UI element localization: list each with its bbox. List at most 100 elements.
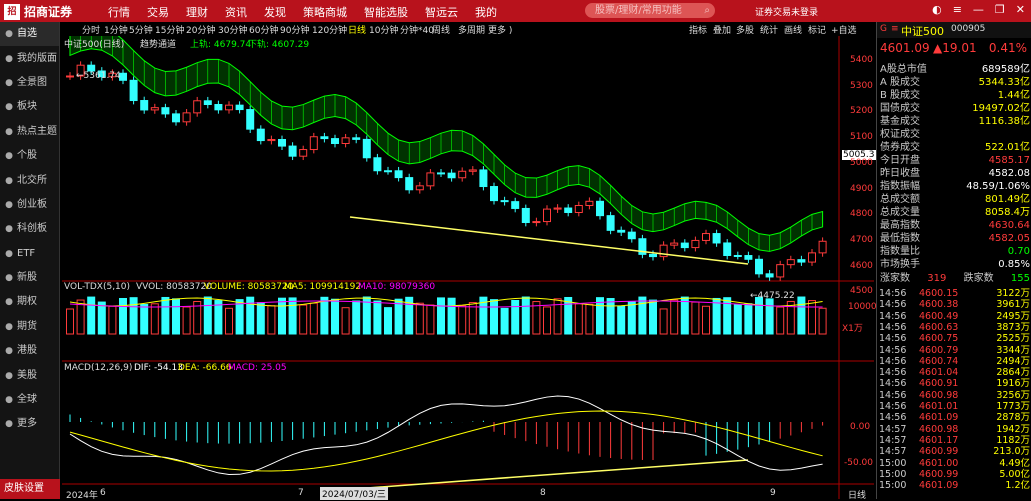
quote-row: 指数量比 0.70 — [880, 246, 1030, 259]
menu-item-finance[interactable]: 理财 — [186, 4, 208, 20]
toolbar-tool-6[interactable]: +自选 — [831, 23, 857, 36]
period-tab-13[interactable]: 多周期 — [458, 23, 485, 36]
toolbar-tool-3[interactable]: 统计 — [760, 23, 778, 36]
sidebar-item-0[interactable]: ● 自选 — [0, 22, 59, 47]
account-status[interactable]: 证券交易未登录 — [755, 5, 818, 18]
tick-cell: 14:56 — [879, 344, 907, 356]
period-tab-3[interactable]: 15分钟 — [155, 23, 184, 36]
menu-item-trade[interactable]: 交易 — [147, 4, 169, 20]
down-label: 跌家数 — [963, 273, 994, 284]
sidebar-item-2[interactable]: ● 全景图 — [0, 71, 59, 95]
low-marker-value: 4475.22 — [757, 291, 795, 301]
tick-cell: 3344万 — [996, 344, 1030, 356]
maximize-icon[interactable]: ❐ — [995, 3, 1005, 16]
tick-cell: 14:57 — [879, 434, 907, 446]
toolbar-tool-5[interactable]: 标记 — [808, 23, 826, 36]
sidebar-item-7[interactable]: ● 创业板 — [0, 193, 59, 217]
toolbar-tool-1[interactable]: 叠加 — [713, 23, 731, 36]
menu-item-quotes[interactable]: 行情 — [108, 4, 130, 20]
close-icon[interactable]: ✕ — [1016, 3, 1025, 16]
search-icon[interactable]: ⌕ — [704, 3, 710, 18]
volume-bar — [309, 302, 318, 335]
sidebar-item-label: 我的版面 — [17, 52, 57, 64]
period-tab-2[interactable]: 5分钟 — [129, 23, 153, 36]
menu-item-mine[interactable]: 我的 — [475, 4, 497, 20]
quote-row: 总成交量 8058.4万 — [880, 207, 1030, 220]
tick-cell: 4600.75 — [919, 333, 959, 345]
candle-body — [818, 240, 827, 254]
chart-area[interactable]: 中证500(日线) 趋势通道 上轨: 4679.74 下轨: 4607.29 ←… — [62, 36, 877, 501]
skin-icon[interactable]: ◐ — [932, 3, 942, 16]
menu-item-cloud[interactable]: 智远云 — [425, 4, 458, 20]
tick-row: 14:56 4600.98 3256万 — [879, 390, 1030, 401]
menu-item-strategy[interactable]: 策略商城 — [303, 4, 347, 20]
tick-cell: 213.0万 — [993, 446, 1030, 458]
menu-icon[interactable]: ≡ — [953, 3, 962, 16]
search-input[interactable]: 股票/理财/常用功能 ⌕ — [585, 3, 715, 18]
candle-body — [691, 239, 700, 249]
sidebar-item-label: 期权 — [17, 296, 37, 308]
candle-body — [182, 112, 191, 123]
sidebar-item-label: 热点主题 — [17, 125, 57, 137]
sidebar-item-11[interactable]: ● 期权 — [0, 290, 59, 314]
period-tab-12[interactable]: 周线 — [432, 23, 450, 36]
sidebar-item-1[interactable]: ● 我的版面 — [0, 46, 59, 70]
volume-bar — [108, 305, 117, 335]
tick-cell: 3873万 — [996, 321, 1030, 333]
date-axis-sep: 9 — [770, 488, 776, 498]
quote-row-value: 801.49亿 — [985, 194, 1030, 205]
quote-row: 债券成交 522.01亿 — [880, 142, 1030, 155]
building-icon: ● — [5, 175, 13, 186]
menu-item-discover[interactable]: 发现 — [264, 4, 286, 20]
period-tab-10[interactable]: 10分钟 — [369, 23, 398, 36]
sidebar-item-15[interactable]: ● 全球 — [0, 388, 59, 412]
candle-body — [129, 79, 138, 102]
quote-row: 国债成交 19497.02亿 — [880, 103, 1030, 116]
period-tab-4[interactable]: 20分钟 — [186, 23, 215, 36]
candle-body — [617, 229, 626, 233]
kline-chart[interactable] — [62, 36, 874, 499]
volume-bar — [585, 303, 594, 335]
menu-item-stock-picker[interactable]: 智能选股 — [364, 4, 408, 20]
sidebar-item-14[interactable]: ● 美股 — [0, 363, 59, 387]
sidebar-item-9[interactable]: ● ETF — [0, 242, 59, 266]
period-tab-6[interactable]: 60分钟 — [249, 23, 278, 36]
minimize-icon[interactable]: — — [973, 3, 984, 16]
tick-cell: 15:00 — [879, 480, 907, 492]
block-icon: ● — [5, 102, 13, 113]
volume-bar — [649, 299, 657, 335]
toolbar-tool-2[interactable]: 多股 — [736, 23, 754, 36]
sidebar-item-5[interactable]: ● 个股 — [0, 144, 59, 168]
quote-row-label: 指数振幅 — [880, 181, 920, 192]
sidebar-item-13[interactable]: ● 港股 — [0, 339, 59, 363]
sidebar-item-10[interactable]: ● 新股 — [0, 266, 59, 290]
period-tab-1[interactable]: 1分钟 — [104, 23, 128, 36]
period-tab-7[interactable]: 90分钟 — [280, 23, 309, 36]
period-tab-11[interactable]: 分钟*40 — [400, 23, 434, 36]
period-switch[interactable]: 日线 — [848, 488, 866, 501]
toolbar-tool-4[interactable]: 画线 — [784, 23, 802, 36]
sidebar-item-3[interactable]: ● 板块 — [0, 95, 59, 119]
quote-row-value: 1116.38亿 — [978, 116, 1030, 127]
quote-row: 基金成交 1116.38亿 — [880, 116, 1030, 129]
toolbar-tool-0[interactable]: 指标 — [689, 23, 707, 36]
candle-body — [776, 264, 785, 278]
skin-settings-button[interactable]: 皮肤设置 — [0, 479, 60, 499]
period-tab-14[interactable]: 更多 ) — [488, 23, 512, 36]
sidebar-item-16[interactable]: ● 更多 — [0, 412, 59, 436]
period-tab-9[interactable]: 日线 — [348, 23, 366, 36]
down-count: 155 — [1010, 273, 1030, 284]
sidebar-item-6[interactable]: ● 北交所 — [0, 168, 59, 192]
candle-body — [447, 172, 456, 179]
sidebar-item-12[interactable]: ● 期货 — [0, 315, 59, 339]
tick-row: 14:56 4600.74 2494万 — [879, 356, 1030, 367]
period-tab-0[interactable]: 分时 — [82, 23, 100, 36]
period-tab-5[interactable]: 30分钟 — [218, 23, 247, 36]
sidebar-item-8[interactable]: ● 科创板 — [0, 217, 59, 241]
menu-item-news[interactable]: 资讯 — [225, 4, 247, 20]
tick-cell: 15:00 — [879, 468, 907, 480]
tick-cell: 4600.91 — [919, 378, 959, 390]
sidebar-item-4[interactable]: ● 热点主题 — [0, 120, 59, 144]
high-marker-value: 5361.74 — [83, 71, 121, 81]
period-tab-8[interactable]: 120分钟 — [312, 23, 347, 36]
